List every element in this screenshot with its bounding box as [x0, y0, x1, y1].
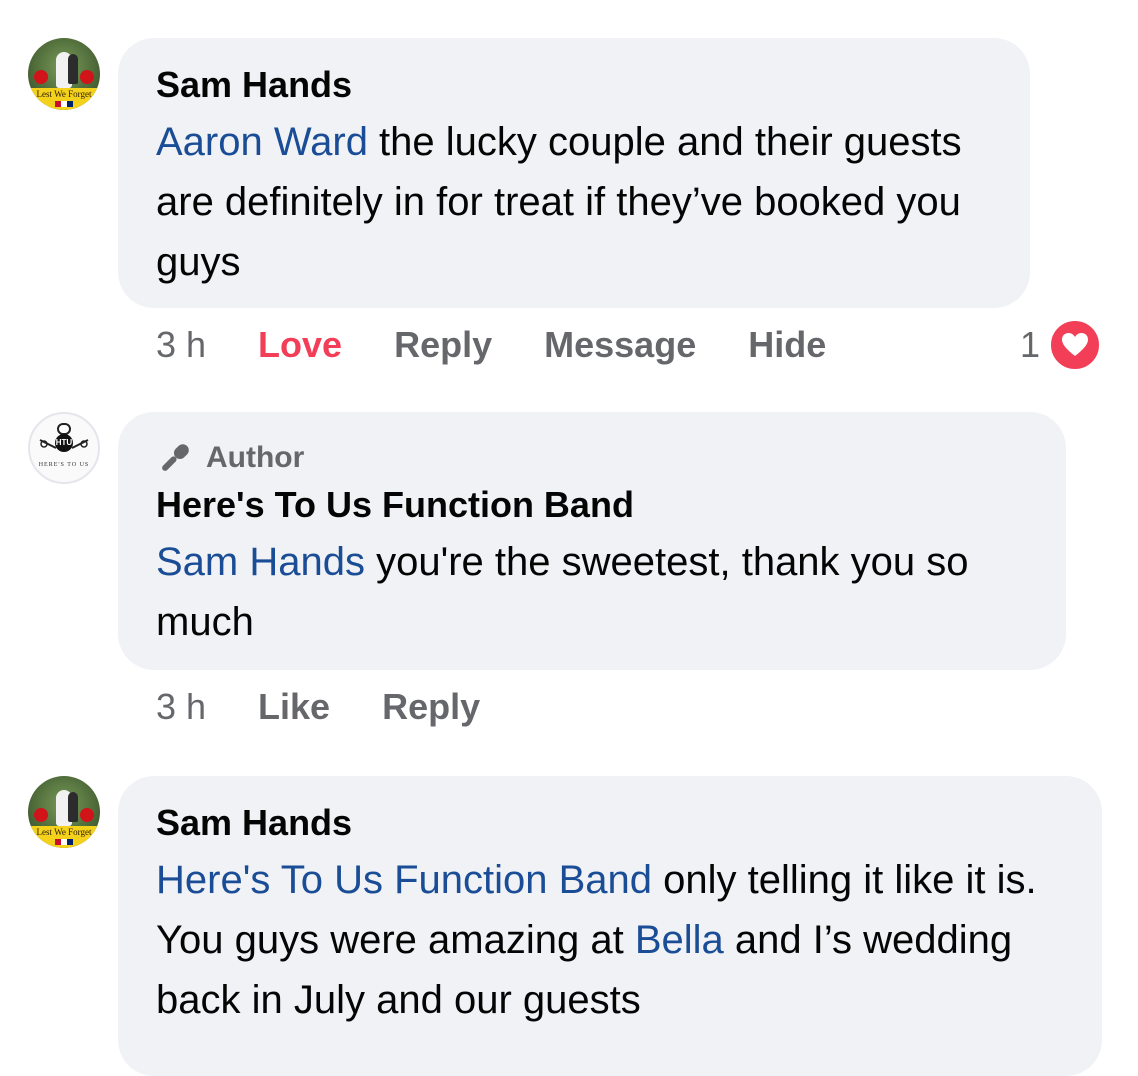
flag-icon: [55, 101, 73, 107]
avatar[interactable]: Lest We Forget: [28, 38, 100, 110]
comment-author[interactable]: Here's To Us Function Band: [156, 482, 1028, 528]
reply-button[interactable]: Reply: [394, 324, 492, 366]
mention-link[interactable]: Aaron Ward: [156, 120, 368, 164]
poppy-icon: [34, 70, 48, 84]
love-button[interactable]: Love: [258, 324, 342, 366]
microphone-icon: [162, 444, 189, 471]
avatar-logo-text: HTU: [55, 438, 73, 447]
comment-bubble: Author Here's To Us Function Band Sam Ha…: [118, 412, 1066, 670]
comment-author[interactable]: Sam Hands: [156, 62, 992, 108]
message-button[interactable]: Message: [544, 324, 696, 366]
heart-icon: [1048, 318, 1102, 372]
like-button[interactable]: Like: [258, 686, 330, 728]
heart-icon: [1062, 333, 1088, 356]
reaction-count: 1: [1019, 324, 1040, 365]
avatar[interactable]: Lest We Forget: [28, 776, 100, 848]
comment-time[interactable]: 3 h: [156, 324, 206, 366]
mention-link[interactable]: Sam Hands: [156, 540, 365, 584]
avatar-caption: HERE'S TO US: [38, 462, 90, 468]
flag-icon: [55, 839, 73, 845]
reaction-summary[interactable]: 1: [1020, 318, 1102, 372]
comment-text: Aaron Ward the lucky couple and their gu…: [156, 120, 962, 284]
mention-link[interactable]: Bella: [635, 918, 724, 962]
comment-text: Sam Hands you're the sweetest, thank you…: [156, 540, 969, 644]
author-badge: Author: [156, 438, 1028, 478]
avatar-banner: Lest We Forget: [28, 826, 100, 848]
poppy-icon: [80, 808, 94, 822]
comment-text: Here's To Us Function Band only telling …: [156, 858, 1037, 1022]
avatar-banner: Lest We Forget: [28, 88, 100, 110]
hide-button[interactable]: Hide: [748, 324, 826, 366]
comment-time[interactable]: 3 h: [156, 686, 206, 728]
band-logo-icon: [39, 423, 89, 452]
comment-actions: 3 h Love Reply Message Hide: [156, 320, 878, 370]
reply-button[interactable]: Reply: [382, 686, 480, 728]
poppy-icon: [34, 808, 48, 822]
avatar[interactable]: HTU HERE'S TO US: [28, 412, 100, 484]
comment-bubble: Sam Hands Here's To Us Function Band onl…: [118, 776, 1102, 1076]
mention-link[interactable]: Here's To Us Function Band: [156, 858, 652, 902]
comment-author[interactable]: Sam Hands: [156, 800, 1064, 846]
comment-actions: 3 h Like Reply: [156, 682, 532, 732]
poppy-icon: [80, 70, 94, 84]
comment-bubble: Sam Hands Aaron Ward the lucky couple an…: [118, 38, 1030, 308]
